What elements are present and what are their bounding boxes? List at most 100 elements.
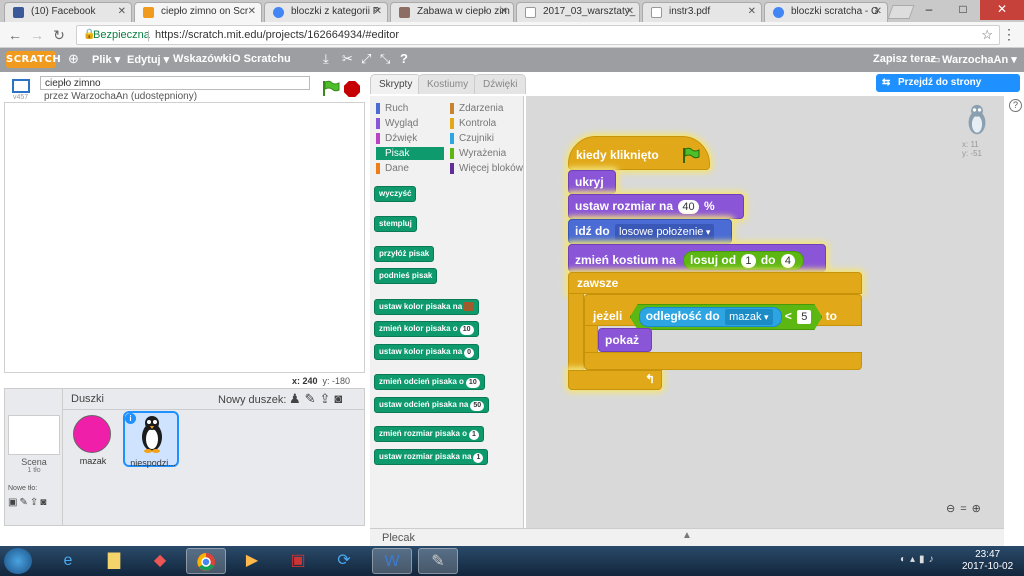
new-backdrop-icons[interactable]: ▣✎⇪◙	[8, 497, 48, 508]
reload-icon[interactable]: ↻	[50, 26, 68, 44]
folder-icon[interactable]: ▭	[930, 53, 940, 66]
block-set-pen-shade[interactable]: ustaw odcień pisaka na 50	[374, 397, 490, 413]
show-block[interactable]: pokaż	[598, 328, 652, 352]
tab-sounds[interactable]: Dźwięki	[474, 74, 527, 94]
block-pen-up[interactable]: podnieś pisak	[374, 268, 438, 284]
tab-zabawa[interactable]: Zabawa w ciepło zim ✕	[390, 2, 514, 22]
set-size-block[interactable]: ustaw rozmiar na 40 %	[568, 194, 744, 219]
switch-costume-block[interactable]: zmień kostium na losuj od 1 do 4	[568, 244, 826, 272]
tab-costumes[interactable]: Kostiumy	[418, 74, 478, 94]
distance-target-dropdown[interactable]: mazak	[725, 309, 772, 325]
category-data[interactable]: Dane	[376, 162, 409, 175]
block-clear[interactable]: wyczyść	[374, 186, 417, 202]
system-tray-icons[interactable]: ◐▴▮♪	[900, 554, 938, 565]
new-sprite-icons[interactable]: ♟✎⇪◙	[289, 391, 346, 407]
stage-canvas[interactable]	[4, 102, 365, 373]
tab-scratch[interactable]: ciepło zimno on Scr ✕	[134, 2, 262, 22]
grow-icon[interactable]: ⤢	[361, 51, 371, 67]
presentation-mode-icon[interactable]	[12, 79, 30, 93]
media-player-icon[interactable]: ▶	[232, 548, 272, 574]
category-events[interactable]: Zdarzenia	[450, 102, 503, 115]
scratch-logo[interactable]: SCRATCH	[6, 51, 61, 68]
sync-icon[interactable]: ⟳	[324, 548, 364, 574]
close-window-icon[interactable]: ✕	[980, 0, 1024, 20]
tab-google-1[interactable]: bloczki z kategorii P ✕	[264, 2, 388, 22]
word-icon[interactable]: W	[372, 548, 412, 574]
paint-icon[interactable]: ✎	[418, 548, 458, 574]
help-icon[interactable]: ?	[1009, 99, 1022, 112]
hide-block[interactable]: ukryj	[568, 170, 616, 194]
help-icon[interactable]: ?	[400, 51, 408, 66]
close-icon[interactable]: ✕	[118, 6, 126, 17]
category-pen[interactable]: Pisak	[376, 147, 444, 160]
block-change-pen-color[interactable]: zmień kolor pisaka o 10	[374, 321, 479, 337]
go-to-block[interactable]: idź do losowe położenie	[568, 219, 732, 244]
distance-to-block[interactable]: odległość do mazak	[639, 307, 782, 327]
if-block[interactable]: jeżeli odległość do mazak < 5 to	[584, 294, 862, 326]
less-than-block[interactable]: odległość do mazak < 5	[630, 304, 823, 330]
info-icon[interactable]: i	[125, 413, 136, 424]
stage-thumbnail[interactable]	[8, 415, 60, 455]
menu-edit[interactable]: Edytuj ▾	[127, 53, 169, 66]
media-app-icon[interactable]: ◆	[140, 548, 180, 574]
category-sensing[interactable]: Czujniki	[450, 132, 494, 145]
scripts-area[interactable]: x: 11 y: -51 kiedy kliknięto ukryj ustaw …	[526, 96, 1004, 528]
green-flag-icon[interactable]	[322, 80, 340, 96]
close-icon[interactable]: ✕	[500, 6, 508, 17]
block-set-pen-color-swatch[interactable]: ustaw kolor pisaka na	[374, 299, 480, 315]
block-stamp[interactable]: stempluj	[374, 216, 417, 232]
menu-tips[interactable]: Wskazówki	[173, 53, 232, 65]
internet-explorer-icon[interactable]: e	[48, 548, 88, 574]
start-button[interactable]	[4, 548, 32, 574]
close-icon[interactable]: ✕	[874, 6, 882, 17]
project-title-input[interactable]: ciepło zimno	[40, 76, 310, 90]
stop-icon[interactable]	[344, 81, 360, 97]
category-sound[interactable]: Dźwięk	[376, 132, 417, 145]
block-pen-down[interactable]: przyłóż pisak	[374, 246, 435, 262]
close-icon[interactable]: ✕	[374, 6, 382, 17]
tab-facebook[interactable]: (10) Facebook ✕	[4, 2, 132, 22]
maximize-icon[interactable]: □	[946, 0, 980, 20]
new-tab-button[interactable]	[887, 5, 915, 19]
close-icon[interactable]: ✕	[626, 6, 634, 17]
zoom-in-icon[interactable]: ⊕	[972, 503, 986, 515]
block-change-pen-shade[interactable]: zmień odcień pisaka o 10	[374, 374, 485, 390]
tab-warsztaty[interactable]: 2017_03_warsztaty_ ✕	[516, 2, 640, 22]
pick-random-block[interactable]: losuj od 1 do 4	[683, 251, 804, 270]
expand-arrow-icon[interactable]: ▲	[682, 530, 692, 541]
block-change-pen-size[interactable]: zmień rozmiar pisaka o1	[374, 426, 484, 442]
duplicate-stamp-icon[interactable]: ⤓	[323, 51, 329, 67]
browser-menu-icon[interactable]: ⋮	[1002, 26, 1016, 43]
backpack-bar[interactable]: Plecak ▲	[370, 528, 1004, 546]
close-icon[interactable]: ✕	[748, 6, 756, 17]
zoom-reset-icon[interactable]: =	[960, 503, 971, 515]
block-set-pen-size[interactable]: ustaw rozmiar pisaka na 1	[374, 449, 489, 465]
close-icon[interactable]: ✕	[248, 6, 256, 17]
tab-instr3[interactable]: instr3.pdf ✕	[642, 2, 762, 22]
menu-file[interactable]: Plik ▾	[92, 53, 120, 66]
forever-block[interactable]: zawsze ↰ jeżeli odległość do mazak < 5 t…	[568, 272, 864, 392]
back-icon[interactable]: ←	[6, 26, 24, 44]
explorer-folder-icon[interactable]: ▇	[94, 548, 134, 574]
menu-about[interactable]: O Scratchu	[232, 53, 291, 65]
user-menu[interactable]: WarzochaAn ▾	[942, 53, 1017, 66]
category-control[interactable]: Kontrola	[450, 117, 496, 130]
globe-icon[interactable]: ⊕	[68, 51, 79, 67]
tab-google-2[interactable]: bloczki scratcha - G ✕	[764, 2, 888, 22]
go-to-project-page-button[interactable]: ⇆Przejdź do strony projektu	[876, 74, 1020, 106]
zoom-controls[interactable]: ⊖=⊕	[946, 502, 986, 515]
category-motion[interactable]: Ruch	[376, 102, 408, 115]
zoom-out-icon[interactable]: ⊖	[946, 503, 960, 515]
minimize-icon[interactable]: –	[912, 0, 946, 20]
chrome-icon[interactable]	[186, 548, 226, 574]
shrink-icon[interactable]: ⤡	[380, 51, 390, 67]
clock[interactable]: 23:47 2017-10-02	[962, 549, 1013, 573]
when-flag-clicked-block[interactable]: kiedy kliknięto	[568, 136, 710, 170]
color-swatch[interactable]	[464, 302, 475, 312]
url-field[interactable]: 🔒 Bezpieczna | https://scratch.mit.edu/p…	[76, 25, 1000, 45]
tab-scripts[interactable]: Skrypty	[370, 74, 422, 94]
forward-icon[interactable]: →	[28, 26, 46, 44]
save-now-button[interactable]: Zapisz teraz	[873, 53, 936, 65]
go-to-target-dropdown[interactable]: losowe położenie	[615, 224, 715, 240]
category-more-blocks[interactable]: Więcej bloków	[450, 162, 523, 175]
